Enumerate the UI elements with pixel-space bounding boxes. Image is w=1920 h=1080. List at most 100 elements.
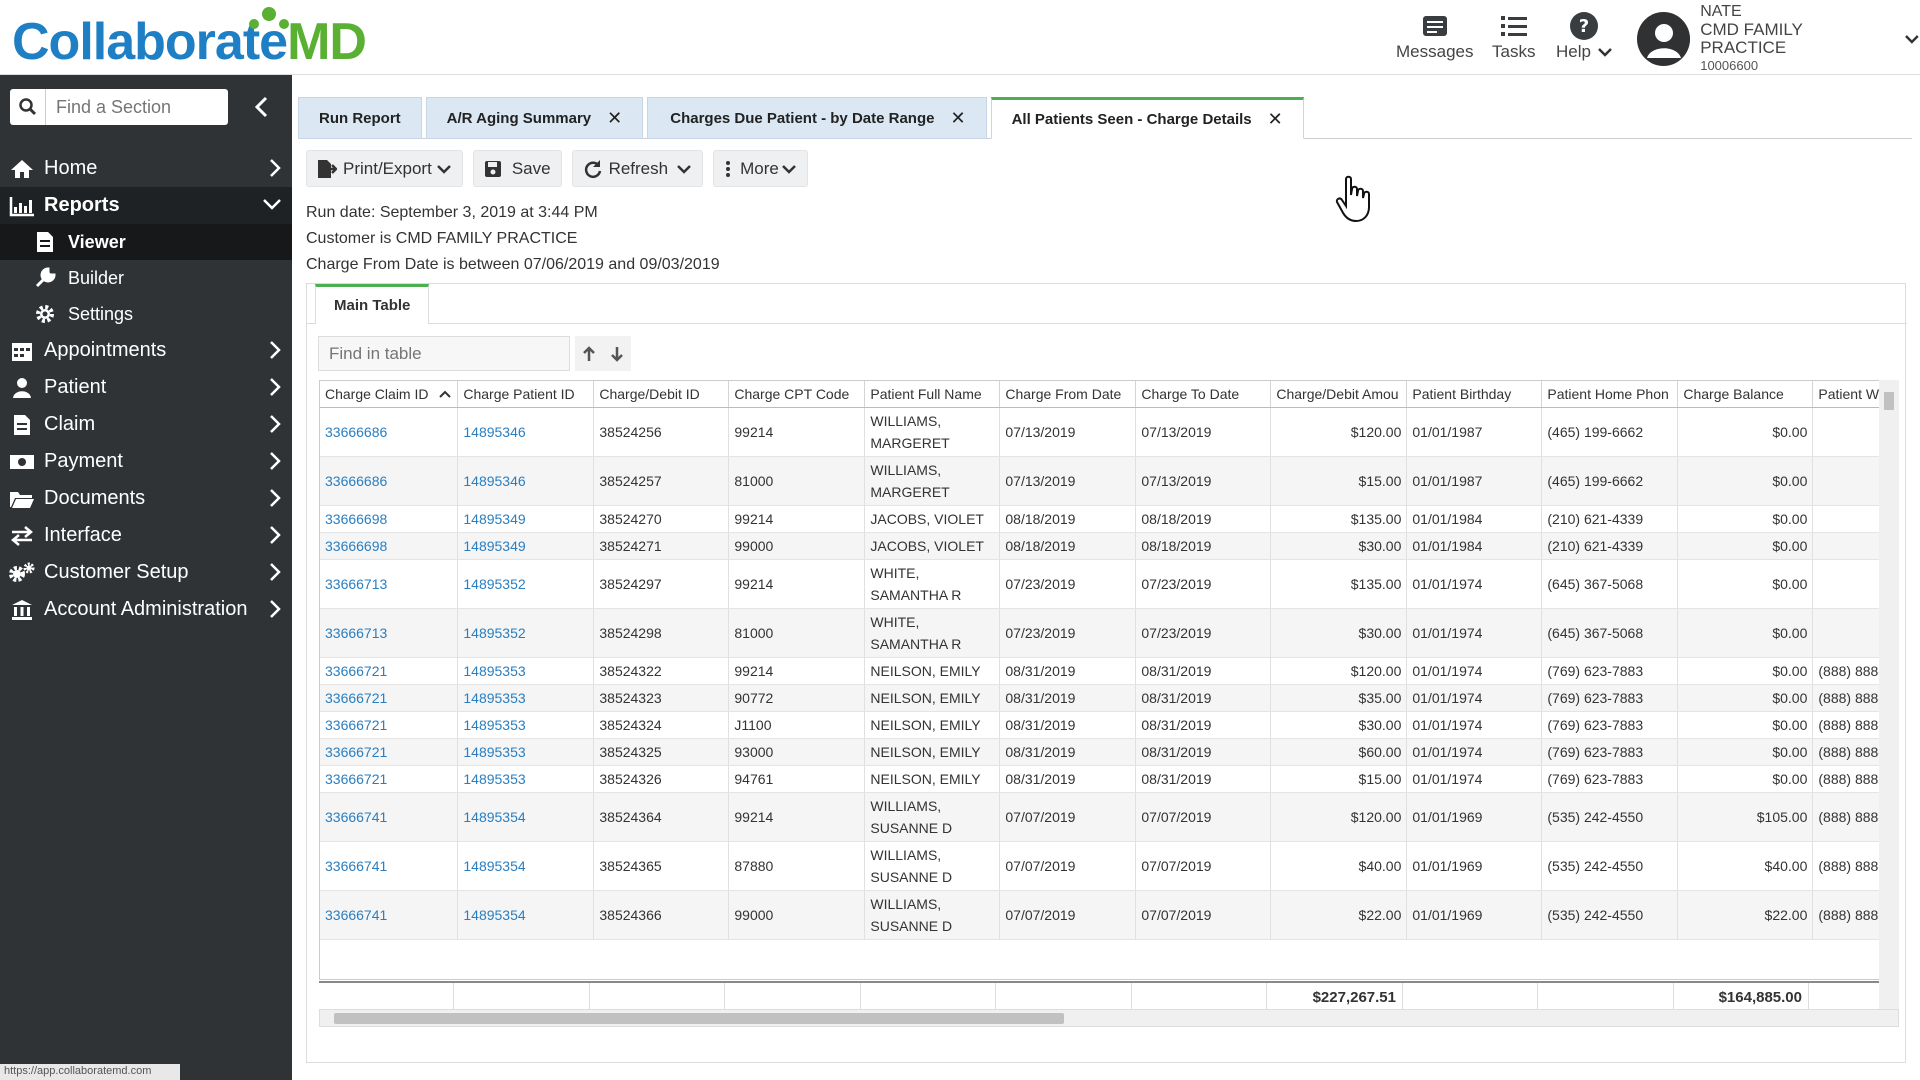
save-button[interactable]: Save <box>472 150 562 187</box>
user-menu[interactable]: NATE CMD FAMILY PRACTICE 10006600 <box>1637 3 1920 73</box>
table-cell: 08/18/2019 <box>999 505 1137 533</box>
column-header[interactable]: Patient Birthday <box>1406 381 1543 408</box>
table-cell[interactable]: 33666721 <box>320 684 459 712</box>
table-cell[interactable]: 14895354 <box>457 890 595 940</box>
column-header[interactable]: Patient Home Phon <box>1541 381 1679 408</box>
table-row[interactable]: 33666721 14895353 38524325 93000 NEILSON, EM… <box>320 738 1894 766</box>
table-cell[interactable]: 33666741 <box>320 792 459 842</box>
table-cell[interactable]: 14895352 <box>457 559 595 609</box>
print-export-label: Print/Export <box>343 158 432 178</box>
table-row[interactable]: 33666713 14895352 38524298 81000 WHITE, SAMA… <box>320 608 1894 658</box>
sidebar-item-appointments[interactable]: Appointments <box>0 332 292 369</box>
tab-ar-aging-summary[interactable]: A/R Aging Summary ✕ <box>425 97 644 139</box>
section-search-input[interactable] <box>46 96 216 118</box>
table-row[interactable]: 33666698 14895349 38524270 99214 JACOBS, VIO… <box>320 505 1894 533</box>
table-cell[interactable]: 14895354 <box>457 792 595 842</box>
sidebar-item-documents[interactable]: Documents <box>0 480 292 517</box>
table-cell[interactable]: 14895354 <box>457 841 595 891</box>
table-cell: 08/18/2019 <box>1135 505 1272 533</box>
tab-main-table[interactable]: Main Table <box>315 284 430 324</box>
table-cell[interactable]: 33666686 <box>320 456 459 506</box>
close-icon[interactable]: ✕ <box>607 108 622 129</box>
horizontal-scrollbar[interactable] <box>319 1009 1899 1027</box>
table-cell: 07/23/2019 <box>1135 559 1272 609</box>
column-header[interactable]: Patient Full Name <box>864 381 1001 408</box>
find-in-table-input[interactable] <box>318 336 570 371</box>
sidebar-item-payment[interactable]: Payment <box>0 443 292 480</box>
table-cell: 08/31/2019 <box>999 684 1137 712</box>
table-cell[interactable]: 33666721 <box>320 738 459 766</box>
messages-button[interactable]: Messages <box>1396 10 1473 66</box>
sidebar-item-reports[interactable]: Reports <box>0 187 292 224</box>
sidebar-item-home[interactable]: Home <box>0 150 292 187</box>
table-row[interactable]: 33666686 14895346 38524257 81000 WILLIAMS, M… <box>320 456 1894 506</box>
sidebar-item-patient[interactable]: Patient <box>0 369 292 406</box>
table-row[interactable]: 33666741 14895354 38524364 99214 WILLIAMS, S… <box>320 792 1894 842</box>
table-row[interactable]: 33666713 14895352 38524297 99214 WHITE, SAMA… <box>320 559 1894 609</box>
column-header[interactable]: Charge From Date <box>999 381 1137 408</box>
table-cell[interactable]: 14895349 <box>457 532 595 560</box>
table-cell[interactable]: 33666713 <box>320 608 459 658</box>
table-cell[interactable]: 33666741 <box>320 890 459 940</box>
table-cell: 99214 <box>728 407 866 457</box>
table-row[interactable]: 33666686 14895346 38524256 99214 WILLIAMS, M… <box>320 407 1894 457</box>
messages-label: Messages <box>1396 42 1474 61</box>
sidebar-item-claim[interactable]: Claim <box>0 406 292 443</box>
table-cell[interactable]: 14895353 <box>457 765 595 793</box>
column-header[interactable]: Charge/Debit Amou <box>1270 381 1408 408</box>
table-cell[interactable]: 14895353 <box>457 711 595 739</box>
sidebar-subitem-builder[interactable]: Builder <box>0 260 292 296</box>
table-cell[interactable]: 14895353 <box>457 738 595 766</box>
wrench-icon <box>28 267 62 289</box>
table-row[interactable]: 33666741 14895354 38524365 87880 WILLIAMS, S… <box>320 841 1894 891</box>
tab-run-report[interactable]: Run Report <box>298 97 422 139</box>
table-cell[interactable]: 33666741 <box>320 841 459 891</box>
sidebar-item-account-administration[interactable]: Account Administration <box>0 591 292 628</box>
table-cell[interactable]: 14895349 <box>457 505 595 533</box>
table-cell: 38524271 <box>593 532 730 560</box>
sidebar-item-interface[interactable]: Interface <box>0 517 292 554</box>
column-header[interactable]: Charge Balance <box>1677 381 1814 408</box>
refresh-button[interactable]: Refresh <box>571 150 704 187</box>
column-header[interactable]: Charge CPT Code <box>728 381 866 408</box>
close-icon[interactable]: ✕ <box>1268 109 1283 130</box>
table-cell[interactable]: 33666713 <box>320 559 459 609</box>
table-cell[interactable]: 33666721 <box>320 711 459 739</box>
column-header[interactable]: Charge Claim ID <box>320 381 459 408</box>
print-export-button[interactable]: Print/Export <box>306 150 463 187</box>
table-cell: $0.00 <box>1677 684 1814 712</box>
sidebar-subitem-viewer[interactable]: Viewer <box>0 224 292 260</box>
column-header[interactable]: Charge To Date <box>1135 381 1272 408</box>
help-button[interactable]: ? Help <box>1556 10 1613 66</box>
table-row[interactable]: 33666721 14895353 38524324 J1100 NEILSON, EM… <box>320 711 1894 739</box>
table-cell[interactable]: 33666721 <box>320 765 459 793</box>
table-cell[interactable]: 14895346 <box>457 407 595 457</box>
table-cell[interactable]: 33666698 <box>320 532 459 560</box>
table-row[interactable]: 33666721 14895353 38524322 99214 NEILSON, EM… <box>320 657 1894 685</box>
table-cell[interactable]: 14895353 <box>457 657 595 685</box>
sidebar-item-customer-setup[interactable]: Customer Setup <box>0 554 292 591</box>
table-cell[interactable]: 14895353 <box>457 684 595 712</box>
tab-charges-due-patient[interactable]: Charges Due Patient - by Date Range ✕ <box>647 97 987 139</box>
table-row[interactable]: 33666721 14895353 38524326 94761 NEILSON, EM… <box>320 765 1894 793</box>
tab-all-patients-seen[interactable]: All Patients Seen - Charge Details ✕ <box>990 97 1304 139</box>
vertical-scrollbar[interactable] <box>1879 380 1899 1010</box>
collaboratemd-logo[interactable]: Collaborate MD <box>12 6 367 72</box>
close-icon[interactable]: ✕ <box>950 108 965 129</box>
table-cell[interactable]: 33666686 <box>320 407 459 457</box>
collapse-sidebar-icon[interactable] <box>250 95 274 119</box>
sidebar-subitem-settings[interactable]: Settings <box>0 296 292 332</box>
table-cell[interactable]: 33666698 <box>320 505 459 533</box>
table-cell[interactable]: 14895352 <box>457 608 595 658</box>
column-header[interactable]: Charge Patient ID <box>457 381 595 408</box>
table-row[interactable]: 33666698 14895349 38524271 99000 JACOBS, VIO… <box>320 532 1894 560</box>
arrow-down-icon[interactable] <box>603 336 631 371</box>
more-button[interactable]: More <box>713 150 808 187</box>
arrow-up-icon[interactable] <box>575 336 603 371</box>
tasks-button[interactable]: Tasks <box>1492 10 1535 66</box>
table-row[interactable]: 33666721 14895353 38524323 90772 NEILSON, EM… <box>320 684 1894 712</box>
table-cell[interactable]: 33666721 <box>320 657 459 685</box>
table-cell[interactable]: 14895346 <box>457 456 595 506</box>
table-row[interactable]: 33666741 14895354 38524366 99000 WILLIAMS, S… <box>320 890 1894 940</box>
column-header[interactable]: Charge/Debit ID <box>593 381 730 408</box>
